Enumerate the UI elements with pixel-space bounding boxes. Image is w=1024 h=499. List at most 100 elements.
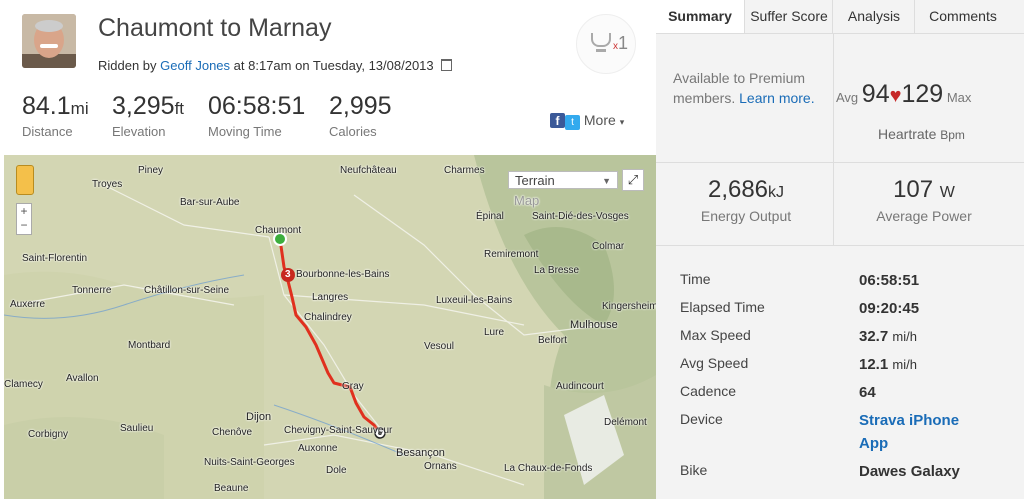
map-label: Bar-sur-Aube	[180, 197, 240, 208]
map-label: Ornans	[424, 461, 457, 472]
stat-moving-time-number: 06:58:51	[208, 92, 306, 120]
tab-comments[interactable]: Comments	[914, 0, 1011, 33]
tab-analysis[interactable]: Analysis	[832, 0, 915, 33]
map-label: Colmar	[592, 241, 625, 252]
stat-distance-label: Distance	[22, 124, 73, 139]
heartrate-values: Avg 94♥129 Max	[836, 80, 971, 109]
activity-sidebar: Summary Suffer Score Analysis Comments A…	[656, 0, 1024, 499]
zoom-in-button[interactable]: +	[17, 204, 31, 218]
activity-subtitle: Ridden by Geoff Jones at 8:17am on Tuesd…	[98, 58, 453, 73]
tab-bar: Summary Suffer Score Analysis Comments	[656, 0, 1024, 34]
map-label: Belfort	[538, 335, 567, 346]
hr-max-value: 129	[901, 80, 944, 108]
trophy-icon	[591, 33, 611, 47]
map-label: Châtillon-sur-Seine	[144, 285, 230, 296]
map-label: Auxerre	[10, 299, 46, 310]
stat-calories-value: 2,995	[329, 92, 392, 121]
detail-number: 64	[859, 384, 876, 401]
chevron-down-icon: ▼	[602, 176, 611, 186]
detail-unit: mi/h	[892, 357, 917, 372]
detail-label-device: Device	[680, 411, 723, 427]
divider	[833, 34, 834, 162]
stat-calories-number: 2,995	[329, 92, 392, 120]
divider	[833, 163, 834, 245]
detail-value-cadence: 64	[859, 384, 876, 401]
trophy-count-value: 1	[618, 33, 629, 53]
map-label: Corbigny	[28, 429, 69, 440]
map-label: Delémont	[604, 417, 647, 428]
trophy-count: x1	[613, 33, 628, 54]
detail-value-elapsed: 09:20:45	[859, 300, 919, 317]
map-label: Bourbonne-les-Bains	[296, 269, 390, 280]
hr-max-label: Max	[946, 90, 972, 105]
stat-moving-time-label: Moving Time	[208, 124, 282, 139]
map-marker-number: 3	[285, 269, 291, 280]
map-label: Tonnerre	[72, 285, 112, 296]
avatar[interactable]	[22, 14, 76, 68]
hr-unit: Bpm	[940, 128, 965, 142]
energy-unit: kJ	[768, 184, 785, 201]
divider	[656, 245, 1024, 246]
premium-notice: Available to Premium members. Learn more…	[673, 68, 815, 108]
stat-elevation-value: 3,295ft	[112, 92, 184, 121]
stat-moving-time-value: 06:58:51	[208, 92, 305, 121]
calendar-icon[interactable]	[441, 59, 453, 71]
stat-distance-unit: mi	[70, 99, 89, 118]
athlete-link[interactable]: Geoff Jones	[160, 58, 230, 73]
device-link[interactable]: Strava iPhone App	[859, 409, 979, 455]
map-label: Avallon	[66, 373, 99, 384]
map-label: Chenôve	[212, 427, 253, 438]
route-map[interactable]: 3 Map Piney Neufchâteau Charmes Troyes B…	[4, 155, 656, 499]
more-share-button[interactable]: More ▾	[584, 112, 624, 128]
map-label: Gray	[342, 381, 364, 392]
avatar-image	[22, 14, 76, 68]
map-label: Lure	[484, 327, 505, 338]
detail-label-avg-speed: Avg Speed	[680, 355, 749, 371]
map-label: Nuits-Saint-Georges	[204, 457, 295, 468]
trophy-badge[interactable]: x1	[576, 14, 636, 74]
map-type-select[interactable]: Terrain ▼	[508, 171, 618, 189]
map-label: Neufchâteau	[340, 165, 397, 176]
map-watermark: Map	[514, 193, 540, 208]
activity-header: Chaumont to Marnay Ridden by Geoff Jones…	[0, 0, 656, 155]
facebook-icon[interactable]: f	[550, 113, 565, 128]
chevron-down-icon: ▾	[619, 117, 625, 127]
stat-calories: 2,995 Calories	[329, 92, 392, 139]
street-view-pegman-icon[interactable]	[16, 165, 34, 195]
tab-summary[interactable]: Summary	[656, 0, 744, 33]
map-label: Beaune	[214, 483, 249, 494]
detail-value-avg-speed: 12.1 mi/h	[859, 356, 917, 373]
map-label: Épinal	[476, 211, 504, 222]
energy-label: Energy Output	[700, 208, 792, 224]
map-label: Montbard	[128, 340, 171, 351]
tab-suffer-score[interactable]: Suffer Score	[744, 0, 833, 33]
map-label: Luxeuil-les-Bains	[436, 295, 513, 306]
stat-elevation-number: 3,295	[112, 92, 175, 120]
map-label: Langres	[312, 292, 349, 303]
stat-moving-time: 06:58:51 Moving Time	[208, 92, 305, 139]
map-label: Clamecy	[4, 379, 43, 390]
detail-number: 09:20:45	[859, 300, 920, 317]
map-label: Saint-Dié-des-Vosges	[532, 211, 629, 222]
power-value: 107 W	[854, 176, 994, 204]
map-label: Piney	[138, 165, 164, 176]
more-label: More	[583, 112, 616, 128]
detail-label-bike: Bike	[680, 462, 708, 478]
share-bar: ft More ▾	[550, 112, 624, 130]
hr-avg-label: Avg	[836, 90, 859, 105]
zoom-out-button[interactable]: −	[17, 218, 31, 232]
map-label: Audincourt	[556, 381, 604, 392]
energy-output: 2,686kJ Energy Output	[676, 176, 816, 224]
learn-more-link[interactable]: Learn more.	[739, 90, 814, 106]
twitter-icon[interactable]: t	[565, 115, 580, 130]
stat-elevation-label: Elevation	[112, 124, 166, 139]
fullscreen-icon[interactable]: ⤢	[622, 169, 644, 191]
map-label: Chevigny-Saint-Sauveur	[284, 425, 393, 436]
zoom-control[interactable]: + −	[16, 203, 32, 235]
detail-label-time: Time	[680, 271, 711, 287]
divider	[656, 162, 1024, 163]
premium-text: Available to Premium	[673, 70, 806, 86]
power-label: Average Power	[876, 208, 972, 224]
heart-icon: ♥	[889, 85, 902, 107]
detail-number: Dawes Galaxy	[859, 463, 960, 480]
